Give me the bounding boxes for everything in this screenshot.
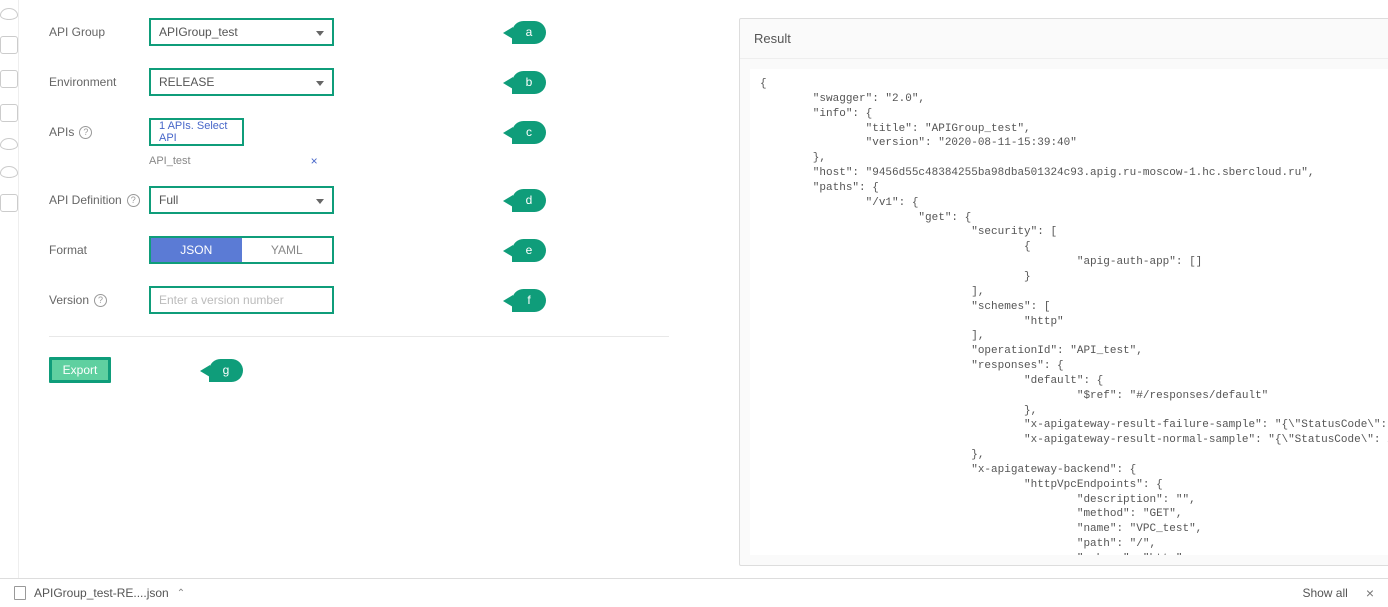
badge-c: c <box>512 121 546 144</box>
select-api-group[interactable]: APIGroup_test <box>149 18 334 46</box>
badge-g: g <box>209 359 243 382</box>
badge-d: d <box>512 189 546 212</box>
badge-b: b <box>512 71 546 94</box>
label-environment: Environment <box>49 75 149 89</box>
result-title: Result <box>740 19 1388 59</box>
label-api-group: API Group <box>49 25 149 39</box>
format-toggle: JSON YAML <box>149 236 334 264</box>
help-version-icon[interactable]: ? <box>94 294 107 307</box>
badge-f: f <box>512 289 546 312</box>
select-api-definition-value: Full <box>159 193 178 207</box>
select-api-link[interactable]: 1 APIs. Select API <box>149 118 244 146</box>
result-panel: Result { "swagger": "2.0", "info": { "ti… <box>739 18 1388 566</box>
select-environment-value: RELEASE <box>159 75 214 89</box>
sidebar-icon-2[interactable] <box>0 36 18 54</box>
sidebar <box>0 0 19 578</box>
badge-a: a <box>512 21 546 44</box>
download-bar: APIGroup_test-RE....json ⌃ Show all × <box>0 578 1388 607</box>
api-chip-remove-icon[interactable]: × <box>311 154 318 168</box>
api-chip: API_test × <box>149 154 709 168</box>
help-apis-icon[interactable]: ? <box>79 126 92 139</box>
export-button[interactable]: Export <box>49 357 111 383</box>
show-all-button[interactable]: Show all <box>1302 586 1347 600</box>
chevron-up-icon[interactable]: ⌃ <box>177 588 185 599</box>
close-downloads-icon[interactable]: × <box>1366 585 1374 601</box>
version-input[interactable] <box>149 286 334 314</box>
file-icon <box>14 586 26 600</box>
divider <box>49 336 669 337</box>
label-apis: APIs ? <box>49 125 149 139</box>
format-json-button[interactable]: JSON <box>151 238 242 262</box>
label-api-definition: API Definition ? <box>49 193 149 207</box>
sidebar-icon-3[interactable] <box>0 70 18 88</box>
label-format: Format <box>49 243 149 257</box>
result-body[interactable]: { "swagger": "2.0", "info": { "title": "… <box>750 69 1388 555</box>
download-item[interactable]: APIGroup_test-RE....json ⌃ <box>14 586 185 600</box>
badge-e: e <box>512 239 546 262</box>
sidebar-icon-5[interactable] <box>0 138 18 150</box>
select-environment[interactable]: RELEASE <box>149 68 334 96</box>
sidebar-icon-1[interactable] <box>0 8 18 20</box>
help-api-definition-icon[interactable]: ? <box>127 194 140 207</box>
sidebar-icon-6[interactable] <box>0 166 18 178</box>
form-column: API Group APIGroup_test a Environment RE… <box>49 18 709 566</box>
download-filename: APIGroup_test-RE....json <box>34 586 169 600</box>
format-yaml-button[interactable]: YAML <box>242 238 333 262</box>
select-api-group-value: APIGroup_test <box>159 25 238 39</box>
result-json: { "swagger": "2.0", "info": { "title": "… <box>760 77 1388 555</box>
sidebar-icon-4[interactable] <box>0 104 18 122</box>
api-chip-name: API_test <box>149 155 191 167</box>
select-api-definition[interactable]: Full <box>149 186 334 214</box>
sidebar-icon-7[interactable] <box>0 194 18 212</box>
label-version: Version ? <box>49 293 149 307</box>
